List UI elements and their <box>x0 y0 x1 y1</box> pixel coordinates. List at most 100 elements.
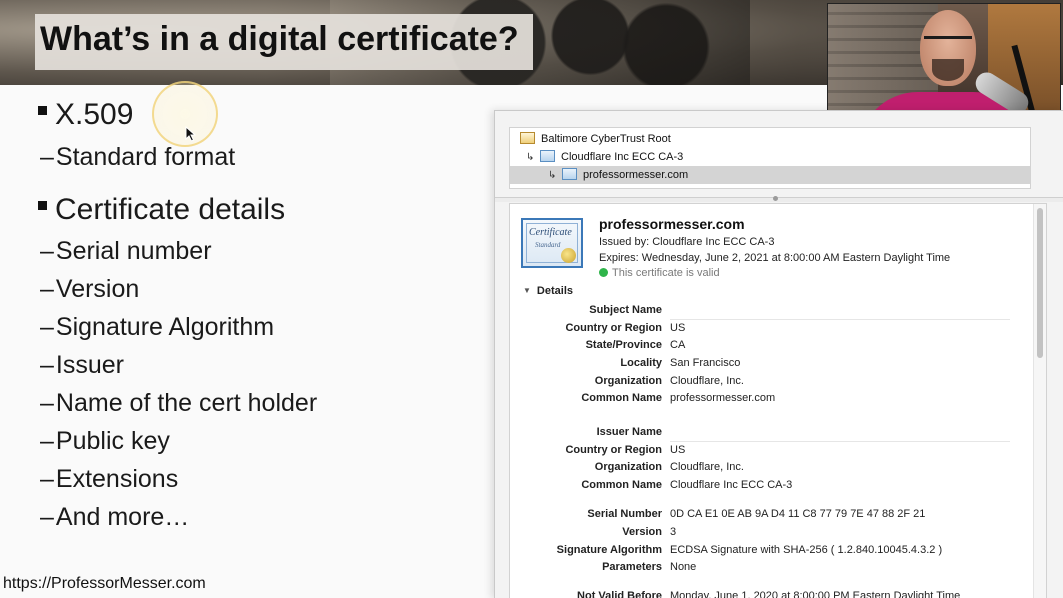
dash-bullet-icon: – <box>40 143 54 171</box>
slide-page: What’s in a digital certificate? X.509 –… <box>0 0 1063 598</box>
field-value: ECDSA Signature with SHA-256 ( 1.2.840.1… <box>670 544 943 556</box>
field-label: Version <box>622 526 662 538</box>
certificate-icon <box>562 168 577 181</box>
field-label: Not Valid Before <box>577 590 662 598</box>
certificate-icon-subword: Standard <box>535 241 561 249</box>
field-value: 3 <box>670 526 677 538</box>
dash-bullet-icon: – <box>40 427 54 455</box>
field-label: Locality <box>620 357 662 369</box>
field-value: US <box>670 444 686 456</box>
field-value: Cloudflare, Inc. <box>670 461 744 473</box>
bullet-text: X.509 <box>55 98 134 131</box>
sub-bullet-item: –Serial number <box>40 237 212 266</box>
bullet-text: Serial number <box>55 237 212 265</box>
divider <box>670 319 1010 320</box>
square-bullet-icon <box>38 105 47 115</box>
field-label: Common Name <box>581 479 662 491</box>
field-label: Organization <box>594 461 662 473</box>
vertical-scrollbar[interactable] <box>1033 204 1046 598</box>
bullet-text: Signature Algorithm <box>55 313 275 341</box>
bullet-text: Extensions <box>55 465 179 493</box>
details-label: Details <box>536 285 573 297</box>
presenter-beard <box>932 59 964 81</box>
presenter-glasses <box>924 36 972 51</box>
field-label: Organization <box>594 375 662 387</box>
field-value: Cloudflare, Inc. <box>670 375 744 387</box>
field-value: Cloudflare Inc ECC CA-3 <box>670 479 793 491</box>
tree-elbow-icon: ↳ <box>548 170 557 181</box>
field-label: State/Province <box>585 339 662 351</box>
bullet-text: Standard format <box>55 143 236 171</box>
field-label: Country or Region <box>565 444 662 456</box>
dash-bullet-icon: – <box>40 389 54 417</box>
bullet-text: Name of the cert holder <box>55 389 318 417</box>
validity-status: This certificate is valid <box>599 267 720 279</box>
chain-item-leaf[interactable]: ↳ professormesser.com <box>510 166 1030 184</box>
field-value: US <box>670 322 686 334</box>
dash-bullet-icon: – <box>40 351 54 379</box>
chain-item-intermediate[interactable]: ↳ Cloudflare Inc ECC CA-3 <box>526 148 1025 166</box>
scrollbar-thumb[interactable] <box>1037 208 1043 358</box>
sub-bullet-item: –And more… <box>40 503 189 532</box>
bullet-text: Version <box>55 275 140 303</box>
certificate-large-icon: Certificate Standard <box>521 218 583 268</box>
bullet-text: And more… <box>55 503 190 531</box>
section-header-issuer: Issuer Name <box>596 426 662 438</box>
field-value: 0D CA E1 0E AB 9A D4 11 C8 77 79 7E 47 8… <box>670 508 926 520</box>
dash-bullet-icon: – <box>40 503 54 531</box>
field-label: Parameters <box>602 561 662 573</box>
field-value: Monday, June 1, 2020 at 8:00:00 PM Easte… <box>670 590 961 598</box>
divider <box>670 441 1010 442</box>
disclosure-triangle-icon[interactable]: ▼ <box>523 286 531 295</box>
pane-splitter[interactable] <box>495 196 1063 202</box>
field-value: San Francisco <box>670 357 741 369</box>
sub-bullet-item: –Extensions <box>40 465 178 494</box>
chain-item-label: Cloudflare Inc ECC CA-3 <box>561 151 684 163</box>
dash-bullet-icon: – <box>40 275 54 303</box>
validity-text: This certificate is valid <box>612 267 720 279</box>
field-label: Signature Algorithm <box>556 544 662 556</box>
field-label: Common Name <box>581 392 662 404</box>
bullet-item: Certificate details <box>38 193 285 227</box>
field-label: Serial Number <box>587 508 662 520</box>
bullet-text: Issuer <box>55 351 124 379</box>
certificate-name: professormesser.com <box>599 216 745 232</box>
valid-check-icon <box>599 267 608 277</box>
dash-bullet-icon: – <box>40 237 54 265</box>
seal-icon <box>561 248 576 263</box>
chain-item-label: professormesser.com <box>583 169 689 181</box>
sub-bullet-item: –Issuer <box>40 351 124 380</box>
sub-bullet-item: –Version <box>40 275 139 304</box>
bullet-item: X.509 <box>38 98 133 132</box>
sub-bullet-item: –Standard format <box>40 143 235 172</box>
bullet-text: Public key <box>55 427 170 455</box>
certificate-chain-tree: Baltimore CyberTrust Root ↳ Cloudflare In… <box>509 127 1031 189</box>
section-header-subject: Subject Name <box>589 304 662 316</box>
field-value: professormesser.com <box>670 392 776 404</box>
expires-text: Expires: Wednesday, June 2, 2021 at 8:00… <box>599 252 951 264</box>
certificate-icon-word: Certificate <box>529 227 572 238</box>
sub-bullet-item: –Public key <box>40 427 170 456</box>
tree-elbow-icon: ↳ <box>526 152 535 163</box>
certificate-detail-panel: Certificate Standard professormesser.com… <box>509 203 1047 598</box>
bullet-list: X.509 –Standard format Certificate detai… <box>0 0 480 598</box>
chain-item-root[interactable]: Baltimore CyberTrust Root <box>520 130 1025 148</box>
details-disclosure[interactable]: ▼ Details <box>523 285 573 297</box>
square-bullet-icon <box>38 200 47 210</box>
footer-url: https://ProfessorMesser.com <box>3 575 206 592</box>
chain-item-label: Baltimore CyberTrust Root <box>541 133 671 145</box>
certificate-icon <box>540 150 555 163</box>
field-value: CA <box>670 339 686 351</box>
dash-bullet-icon: – <box>40 313 54 341</box>
sub-bullet-item: –Name of the cert holder <box>40 389 317 418</box>
splitter-handle-icon[interactable] <box>773 196 778 201</box>
issued-by-text: Issued by: Cloudflare Inc ECC CA-3 <box>599 236 775 248</box>
root-certificate-icon <box>520 132 535 145</box>
field-value: None <box>670 561 697 573</box>
certificate-viewer-window: Baltimore CyberTrust Root ↳ Cloudflare In… <box>494 110 1063 598</box>
dash-bullet-icon: – <box>40 465 54 493</box>
field-label: Country or Region <box>565 322 662 334</box>
sub-bullet-item: –Signature Algorithm <box>40 313 274 342</box>
mouse-pointer-icon <box>185 126 197 142</box>
bullet-text: Certificate details <box>55 193 286 226</box>
